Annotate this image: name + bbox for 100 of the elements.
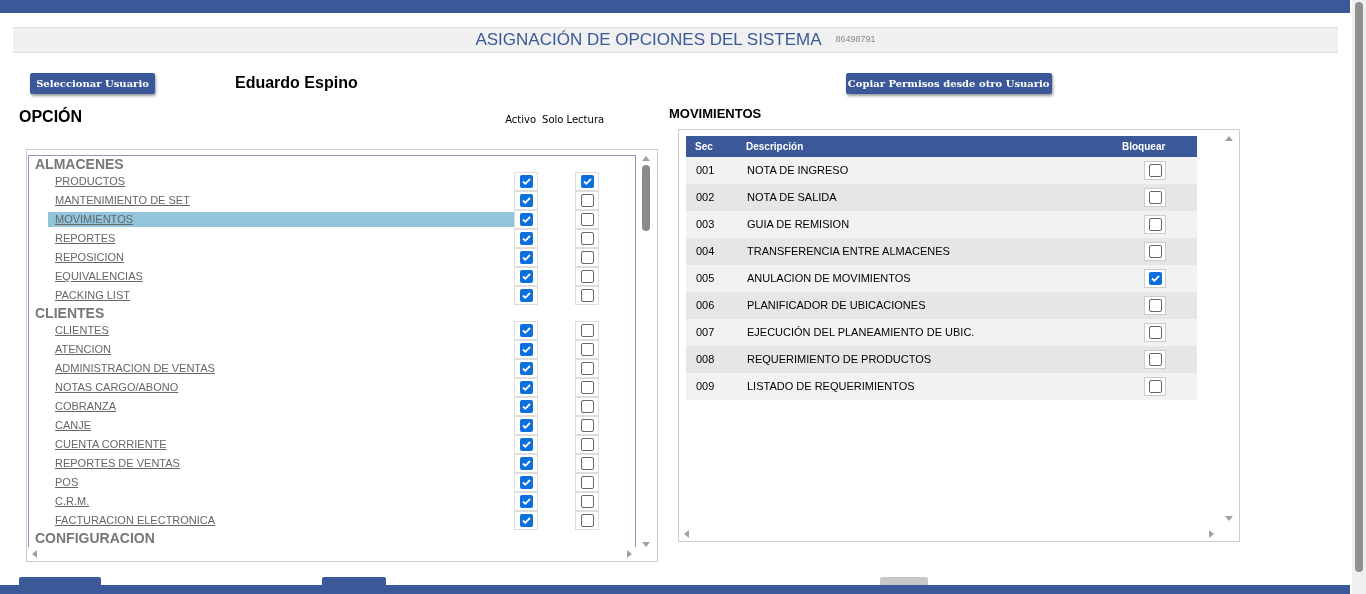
checkbox[interactable]	[519, 362, 533, 375]
movements-heading: MOVIMIENTOS	[669, 105, 763, 123]
scroll-right-icon[interactable]	[1209, 530, 1214, 538]
scroll-thumb[interactable]	[642, 165, 650, 231]
option-link[interactable]: POS	[48, 475, 514, 490]
checkbox[interactable]	[519, 289, 533, 302]
option-link[interactable]: REPORTES DE VENTAS	[48, 456, 514, 471]
option-link[interactable]: REPORTES	[48, 231, 514, 246]
scroll-right-icon[interactable]	[627, 550, 632, 558]
checkbox[interactable]	[580, 476, 594, 489]
checkbox[interactable]	[580, 289, 594, 302]
table-cell-text: EJECUCIÓN DEL PLANEAMIENTO DE UBIC.	[746, 325, 976, 341]
option-link[interactable]: MOVIMIENTOS	[48, 212, 514, 227]
column-header: Descripción	[745, 140, 805, 154]
table-cell-text: 009	[695, 379, 716, 395]
table-cell-text: 007	[695, 325, 716, 341]
checkbox[interactable]	[580, 324, 594, 337]
checkbox[interactable]	[1148, 191, 1162, 204]
copy-permissions-button[interactable]: Copiar Permisos desde otro Usuario	[845, 72, 1052, 94]
checkbox[interactable]	[1148, 245, 1162, 258]
checkbox[interactable]	[580, 381, 594, 394]
checkbox[interactable]	[519, 213, 533, 226]
option-link[interactable]: CLIENTES	[48, 323, 514, 338]
option-link[interactable]: REPOSICION	[48, 250, 514, 265]
checkbox[interactable]	[519, 194, 533, 207]
option-link[interactable]: CUENTA CORRIENTE	[48, 437, 514, 452]
group-label[interactable]: CONFIGURACION	[35, 530, 635, 546]
option-link[interactable]: COBRANZA	[48, 399, 514, 414]
checkbox[interactable]	[580, 232, 594, 245]
group-label[interactable]: ALMACENES	[35, 156, 635, 172]
checkbox[interactable]	[519, 251, 533, 264]
checkbox[interactable]	[580, 213, 594, 226]
page-title: ASIGNACIÓN DE OPCIONES DEL SISTEMA	[475, 29, 822, 52]
checkbox[interactable]	[519, 400, 533, 413]
option-link[interactable]: FACTURACION ELECTRONICA	[48, 513, 514, 528]
checkbox[interactable]	[1148, 272, 1162, 285]
option-link[interactable]: ATENCION	[48, 342, 514, 357]
scroll-left-icon[interactable]	[684, 530, 689, 538]
checkbox[interactable]	[580, 270, 594, 283]
checkbox[interactable]	[519, 476, 533, 489]
checkbox[interactable]	[1148, 164, 1162, 177]
table-cell-text: LISTADO DE REQUERIMIENTOS	[746, 379, 916, 395]
table-cell-text: 001	[695, 163, 716, 179]
option-link[interactable]: PRODUCTOS	[48, 174, 514, 189]
page-scrollbar[interactable]	[1352, 0, 1366, 594]
scroll-left-icon[interactable]	[32, 550, 37, 558]
option-link[interactable]: ADMINISTRACION DE VENTAS	[48, 361, 514, 376]
checkbox[interactable]	[519, 270, 533, 283]
column-label: Solo Lectura	[542, 113, 605, 127]
checkbox[interactable]	[580, 362, 594, 375]
checkbox[interactable]	[519, 419, 533, 432]
table-cell-text: 005	[695, 271, 716, 287]
checkbox[interactable]	[1148, 380, 1162, 393]
checkbox[interactable]	[519, 324, 533, 337]
checkbox[interactable]	[519, 495, 533, 508]
option-link[interactable]: CANJE	[48, 418, 514, 433]
user-name: Eduardo Espino	[235, 73, 358, 93]
code-label: 86498791	[835, 33, 876, 47]
scroll-up-icon[interactable]	[1225, 136, 1233, 141]
scroll-up-icon[interactable]	[642, 156, 650, 161]
checkbox[interactable]	[1148, 353, 1162, 366]
column-header: Sec	[694, 140, 714, 154]
column-header: Bloquear	[1121, 140, 1167, 154]
option-link[interactable]: PACKING LIST	[48, 288, 514, 303]
checkbox[interactable]	[519, 343, 533, 356]
option-link[interactable]: EQUIVALENCIAS	[48, 269, 514, 284]
checkbox[interactable]	[580, 343, 594, 356]
checkbox[interactable]	[580, 419, 594, 432]
checkbox[interactable]	[519, 514, 533, 527]
checkbox[interactable]	[580, 457, 594, 470]
scroll-down-icon[interactable]	[1225, 516, 1233, 521]
checkbox[interactable]	[580, 400, 594, 413]
table-cell-text: NOTA DE INGRESO	[746, 163, 850, 179]
checkbox[interactable]	[580, 251, 594, 264]
option-link[interactable]: MANTENIMIENTO DE SET	[48, 193, 514, 208]
table-cell-text: ANULACION DE MOVIMIENTOS	[746, 271, 912, 287]
option-link[interactable]: NOTAS CARGO/ABONO	[48, 380, 514, 395]
scroll-down-icon[interactable]	[642, 542, 650, 547]
checkbox[interactable]	[519, 232, 533, 245]
checkbox[interactable]	[1148, 218, 1162, 231]
select-user-button[interactable]: Seleccionar Usuario	[30, 72, 155, 94]
table-cell-text: TRANSFERENCIA ENTRE ALMACENES	[746, 244, 951, 260]
checkbox[interactable]	[580, 194, 594, 207]
table-cell-text: PLANIFICADOR DE UBICACIONES	[746, 298, 927, 314]
checkbox[interactable]	[519, 381, 533, 394]
group-label[interactable]: CLIENTES	[35, 305, 635, 321]
checkbox[interactable]	[519, 438, 533, 451]
checkbox[interactable]	[519, 175, 533, 188]
column-label: Activo	[505, 113, 537, 127]
table-cell-text: 002	[695, 190, 716, 206]
option-link[interactable]: C.R.M.	[48, 494, 514, 509]
checkbox[interactable]	[580, 438, 594, 451]
checkbox[interactable]	[1148, 299, 1162, 312]
checkbox[interactable]	[580, 495, 594, 508]
table-cell-text: GUIA DE REMISION	[746, 217, 851, 233]
checkbox[interactable]	[580, 175, 594, 188]
checkbox[interactable]	[519, 457, 533, 470]
option-heading: OPCIÓN	[19, 106, 83, 127]
checkbox[interactable]	[1148, 326, 1162, 339]
checkbox[interactable]	[580, 514, 594, 527]
